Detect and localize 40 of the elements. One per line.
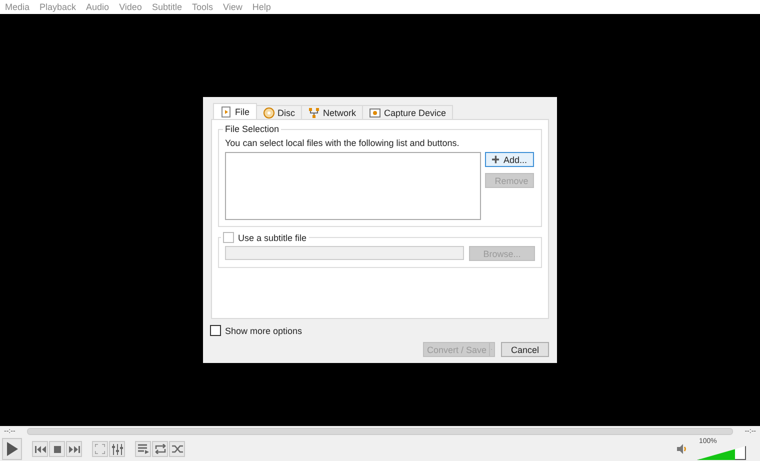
tab[interactable]: Disc xyxy=(256,105,302,119)
cancel-button[interactable]: Cancel xyxy=(501,342,549,357)
previous-icon xyxy=(34,446,46,452)
checkbox-label: Show more options xyxy=(225,326,302,336)
tab[interactable]: Network xyxy=(301,105,364,119)
equalizer-icon xyxy=(112,444,122,454)
checkbox[interactable] xyxy=(210,325,221,336)
next-button[interactable] xyxy=(66,441,82,457)
next-icon xyxy=(68,446,80,452)
menu-item[interactable]: Playback xyxy=(40,2,76,12)
plus-icon xyxy=(492,155,500,164)
play-icon xyxy=(6,442,18,456)
stop-button[interactable] xyxy=(49,441,65,457)
loop-icon xyxy=(154,444,166,454)
checkbox-label: Use a subtitle file xyxy=(238,232,307,242)
tab[interactable]: Capture Device xyxy=(362,105,454,119)
shuffle-icon xyxy=(172,444,182,454)
menu-item[interactable]: Audio xyxy=(86,2,110,12)
menu-item[interactable]: View xyxy=(222,2,242,12)
menu-item[interactable]: Subtitle xyxy=(152,2,182,12)
add-button[interactable]: Add... xyxy=(485,152,534,167)
menu-item[interactable]: Video xyxy=(119,2,142,12)
group-title: File Selection xyxy=(224,124,280,134)
hint-text: You can select local files with the following list and buttons. xyxy=(225,138,460,148)
playlist-button[interactable] xyxy=(135,441,151,457)
previous-button[interactable] xyxy=(32,441,48,457)
random-button[interactable] xyxy=(169,441,185,457)
network-icon xyxy=(308,106,320,118)
stop-icon xyxy=(54,446,60,452)
speaker-icon xyxy=(677,444,687,454)
checkbox[interactable] xyxy=(223,232,234,243)
extended-settings-button[interactable] xyxy=(109,441,125,457)
menu-item[interactable]: Help xyxy=(252,2,271,12)
play-button[interactable] xyxy=(2,438,22,460)
playlist-icon xyxy=(138,444,148,454)
loop-button[interactable] xyxy=(152,441,168,457)
tab[interactable]: File xyxy=(213,103,257,119)
menu-item[interactable]: Tools xyxy=(192,2,213,12)
menu-item[interactable]: Media xyxy=(5,2,30,12)
fullscreen-icon xyxy=(95,444,105,454)
